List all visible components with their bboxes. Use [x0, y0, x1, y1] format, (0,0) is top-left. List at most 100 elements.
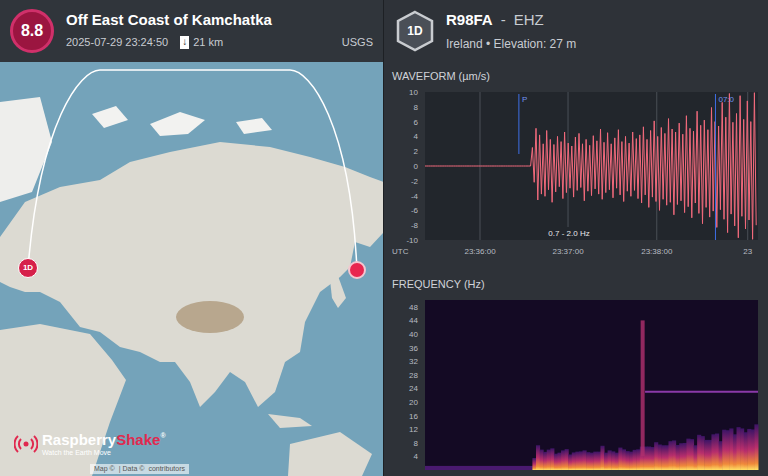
filter-label: 0.7 - 2.0 Hz	[548, 229, 589, 238]
logo-name: Raspberry	[42, 432, 116, 447]
y-tick: 2	[414, 147, 419, 156]
spectrum-column	[740, 428, 744, 470]
plot-area	[425, 92, 758, 240]
spectrum-column	[733, 434, 737, 470]
spectrum-column	[722, 430, 726, 470]
station-panel: 1DR98FA-EHZIreland • Elevation: 27 m WAVE…	[384, 0, 768, 476]
phase-marker: 07:0	[715, 94, 734, 240]
spectrum-column	[694, 445, 698, 470]
spectrum-column	[583, 450, 587, 470]
spectrogram-chart[interactable]: 4844403632282420161284	[384, 296, 768, 476]
map-attribution: Map © | Data ©contributors	[90, 464, 189, 475]
spectrum-column	[697, 435, 701, 470]
x-tick: 23:36:00	[464, 247, 496, 256]
x-tick: 23:37:00	[552, 247, 584, 256]
spectrum-column	[550, 448, 554, 470]
spectrum-column	[729, 428, 733, 470]
filter-label-bg	[544, 227, 594, 238]
spectrum-column	[626, 451, 630, 470]
svg-text:1D: 1D	[407, 24, 423, 38]
spectrum-column	[557, 453, 561, 470]
app: 8.8Off East Coast of Kamchatka2025-07-29…	[0, 0, 768, 476]
shake-wave-icon	[14, 432, 38, 456]
map[interactable]: 1D RaspberryShake®Watch the Earth Move Map…	[0, 62, 383, 476]
event-panel: 8.8Off East Coast of Kamchatka2025-07-29…	[0, 0, 384, 476]
spectrum-column	[618, 448, 622, 470]
y-tick: 44	[409, 316, 418, 325]
spectrum-column	[676, 445, 680, 470]
station-header: 1DR98FA-EHZIreland • Elevation: 27 m	[384, 0, 768, 62]
spectrum-column	[629, 452, 633, 470]
spectrum-column	[715, 434, 719, 470]
station-separator: -	[501, 9, 506, 32]
spectrum-column	[543, 452, 547, 470]
spectrum-column	[590, 453, 594, 470]
y-tick: 32	[409, 357, 418, 366]
waveform-title: WAVEFORM (µm/s)	[392, 68, 490, 85]
spectrum-column	[540, 450, 544, 470]
station-channel: EHZ	[514, 9, 544, 32]
spectrum-column	[561, 450, 565, 470]
spectrum-column	[679, 443, 683, 470]
spectrum-column	[633, 450, 637, 470]
axis-unit: UTC	[392, 247, 409, 256]
attribution-text: | Data ©	[119, 464, 145, 475]
event-title: Off East Coast of Kamchatka	[66, 11, 373, 30]
spectrum-column	[726, 430, 730, 470]
event-depth: 21 km	[193, 34, 223, 51]
great-circle-path	[28, 70, 357, 270]
logo-name-accent: Shake	[116, 432, 160, 447]
phase-marker: P	[519, 94, 527, 154]
frequency-title: FREQUENCY (Hz)	[392, 276, 485, 293]
arctic-island	[236, 118, 272, 134]
attribution-text: contributors	[148, 464, 185, 475]
attribution-text: Map ©	[94, 464, 115, 475]
spectrum-column	[754, 424, 758, 470]
spectrum-column	[608, 450, 612, 470]
spectrum-column	[686, 439, 690, 470]
spectrum-column	[737, 427, 741, 470]
spectrum-column	[554, 454, 558, 470]
spectrum-column	[654, 442, 658, 470]
epicenter-pin[interactable]	[348, 261, 366, 279]
indonesia	[268, 414, 312, 428]
x-tick: 23:38:00	[641, 247, 673, 256]
x-tick: 23	[743, 247, 752, 256]
waveform-chart[interactable]: 1086420-2-4-6-8-1023:36:0023:37:0023:38:…	[384, 84, 768, 260]
spectrum-column	[579, 451, 583, 470]
spectrum-column	[600, 446, 604, 470]
y-tick: -2	[411, 177, 419, 186]
ocean	[0, 62, 383, 476]
y-tick: 8	[414, 439, 419, 448]
spectrum-column	[575, 452, 579, 470]
spectrum-column	[665, 445, 669, 470]
spectral-line	[645, 391, 758, 393]
raspberry-shake-logo: RaspberryShake®Watch the Earth Move	[14, 432, 166, 456]
australia	[288, 432, 372, 476]
waveform-line	[425, 93, 756, 240]
y-tick: 4	[414, 132, 419, 141]
arctic-island	[92, 106, 128, 128]
y-tick: -10	[406, 236, 418, 245]
spectrum-column	[751, 429, 755, 470]
event-time: 2025-07-29 23:24:50	[66, 34, 168, 51]
y-tick: 16	[409, 412, 418, 421]
station-pin[interactable]: 1D	[18, 258, 38, 278]
spectrum-column	[572, 452, 576, 470]
spectrum-column	[661, 445, 665, 470]
map-canvas	[0, 62, 383, 476]
spectrum-column	[622, 449, 626, 470]
y-tick: -4	[411, 192, 419, 201]
y-tick: 12	[409, 425, 418, 434]
spectrum-column	[701, 436, 705, 470]
spectrum-column	[672, 440, 676, 470]
y-tick: 40	[409, 330, 418, 339]
y-tick: 24	[409, 384, 418, 393]
spectrum-column	[547, 450, 551, 470]
y-tick: 10	[409, 88, 418, 97]
y-tick: 4	[414, 452, 419, 461]
y-tick: 28	[409, 371, 418, 380]
tibet-plateau	[176, 301, 244, 333]
y-tick: 8	[414, 103, 419, 112]
depth-icon: ↓	[180, 36, 189, 49]
